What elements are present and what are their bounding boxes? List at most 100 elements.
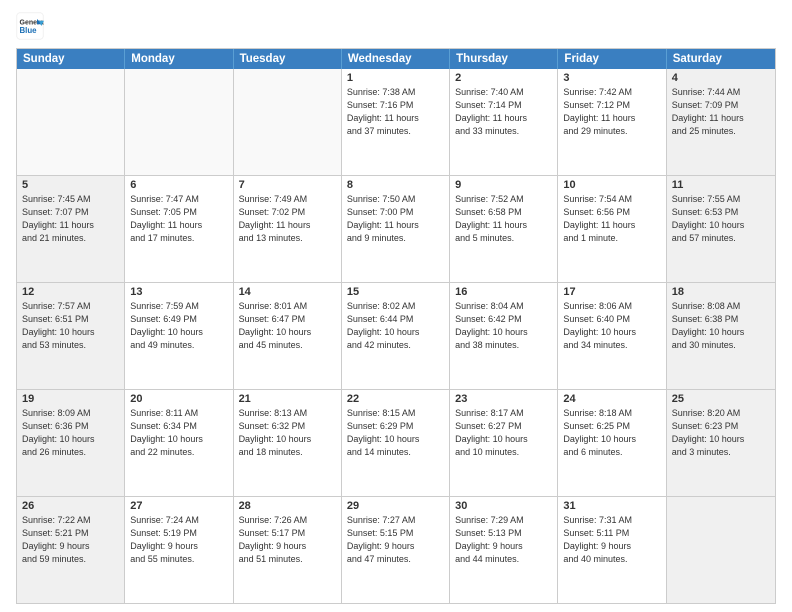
day-cell-28: 28 Sunrise: 7:26 AM Sunset: 5:17 PM Dayli… <box>234 497 342 603</box>
day-cell-24: 24 Sunrise: 8:18 AM Sunset: 6:25 PM Dayli… <box>558 390 666 496</box>
day-cell-18: 18 Sunrise: 8:08 AM Sunset: 6:38 PM Dayli… <box>667 283 775 389</box>
day-header-thursday: Thursday <box>450 49 558 69</box>
day-info: Sunrise: 8:06 AM Sunset: 6:40 PM Dayligh… <box>563 300 660 352</box>
day-number: 21 <box>239 393 336 405</box>
day-cell-13: 13 Sunrise: 7:59 AM Sunset: 6:49 PM Dayli… <box>125 283 233 389</box>
logo: General Blue <box>16 12 48 40</box>
day-cell-3: 3 Sunrise: 7:42 AM Sunset: 7:12 PM Daylig… <box>558 69 666 175</box>
day-number: 26 <box>22 500 119 512</box>
day-info: Sunrise: 7:31 AM Sunset: 5:11 PM Dayligh… <box>563 514 660 566</box>
logo-icon: General Blue <box>16 12 44 40</box>
day-number: 24 <box>563 393 660 405</box>
day-cell-17: 17 Sunrise: 8:06 AM Sunset: 6:40 PM Dayli… <box>558 283 666 389</box>
day-info: Sunrise: 7:52 AM Sunset: 6:58 PM Dayligh… <box>455 193 552 245</box>
day-number: 15 <box>347 286 444 298</box>
day-cell-23: 23 Sunrise: 8:17 AM Sunset: 6:27 PM Dayli… <box>450 390 558 496</box>
day-header-sunday: Sunday <box>17 49 125 69</box>
day-info: Sunrise: 8:01 AM Sunset: 6:47 PM Dayligh… <box>239 300 336 352</box>
day-header-tuesday: Tuesday <box>234 49 342 69</box>
day-number: 23 <box>455 393 552 405</box>
svg-text:Blue: Blue <box>20 26 38 35</box>
day-info: Sunrise: 7:47 AM Sunset: 7:05 PM Dayligh… <box>130 193 227 245</box>
calendar-body: 1Sunrise: 7:38 AM Sunset: 7:16 PM Daylig… <box>17 69 775 603</box>
day-header-friday: Friday <box>558 49 666 69</box>
day-number: 16 <box>455 286 552 298</box>
calendar: SundayMondayTuesdayWednesdayThursdayFrid… <box>16 48 776 604</box>
day-info: Sunrise: 7:27 AM Sunset: 5:15 PM Dayligh… <box>347 514 444 566</box>
page: General Blue SundayMondayTuesdayWednesda… <box>0 0 792 612</box>
day-cell-22: 22 Sunrise: 8:15 AM Sunset: 6:29 PM Dayli… <box>342 390 450 496</box>
day-info: Sunrise: 7:45 AM Sunset: 7:07 PM Dayligh… <box>22 193 119 245</box>
day-number: 17 <box>563 286 660 298</box>
day-number: 20 <box>130 393 227 405</box>
day-info: Sunrise: 8:20 AM Sunset: 6:23 PM Dayligh… <box>672 407 770 459</box>
day-cell-11: 11 Sunrise: 7:55 AM Sunset: 6:53 PM Dayli… <box>667 176 775 282</box>
day-cell-20: 20Sunrise: 8:11 AM Sunset: 6:34 PM Dayli… <box>125 390 233 496</box>
day-info: Sunrise: 7:55 AM Sunset: 6:53 PM Dayligh… <box>672 193 770 245</box>
day-number: 29 <box>347 500 444 512</box>
day-info: Sunrise: 8:18 AM Sunset: 6:25 PM Dayligh… <box>563 407 660 459</box>
day-cell-7: 7 Sunrise: 7:49 AM Sunset: 7:02 PM Daylig… <box>234 176 342 282</box>
day-info: Sunrise: 7:22 AM Sunset: 5:21 PM Dayligh… <box>22 514 119 566</box>
day-number: 22 <box>347 393 444 405</box>
day-number: 25 <box>672 393 770 405</box>
day-info: Sunrise: 8:02 AM Sunset: 6:44 PM Dayligh… <box>347 300 444 352</box>
empty-cell-4-6 <box>667 497 775 603</box>
day-cell-21: 21 Sunrise: 8:13 AM Sunset: 6:32 PM Dayli… <box>234 390 342 496</box>
day-header-monday: Monday <box>125 49 233 69</box>
day-cell-15: 15 Sunrise: 8:02 AM Sunset: 6:44 PM Dayli… <box>342 283 450 389</box>
day-number: 9 <box>455 179 552 191</box>
day-cell-31: 31 Sunrise: 7:31 AM Sunset: 5:11 PM Dayli… <box>558 497 666 603</box>
calendar-row-5: 26 Sunrise: 7:22 AM Sunset: 5:21 PM Dayli… <box>17 496 775 603</box>
day-cell-1: 1Sunrise: 7:38 AM Sunset: 7:16 PM Daylig… <box>342 69 450 175</box>
day-info: Sunrise: 7:26 AM Sunset: 5:17 PM Dayligh… <box>239 514 336 566</box>
day-cell-8: 8Sunrise: 7:50 AM Sunset: 7:00 PM Daylig… <box>342 176 450 282</box>
day-cell-29: 29 Sunrise: 7:27 AM Sunset: 5:15 PM Dayli… <box>342 497 450 603</box>
day-number: 3 <box>563 72 660 84</box>
day-info: Sunrise: 7:38 AM Sunset: 7:16 PM Dayligh… <box>347 86 444 138</box>
day-number: 11 <box>672 179 770 191</box>
day-info: Sunrise: 7:40 AM Sunset: 7:14 PM Dayligh… <box>455 86 552 138</box>
day-cell-4: 4Sunrise: 7:44 AM Sunset: 7:09 PM Daylig… <box>667 69 775 175</box>
day-cell-2: 2 Sunrise: 7:40 AM Sunset: 7:14 PM Daylig… <box>450 69 558 175</box>
day-info: Sunrise: 8:04 AM Sunset: 6:42 PM Dayligh… <box>455 300 552 352</box>
day-header-saturday: Saturday <box>667 49 775 69</box>
day-number: 10 <box>563 179 660 191</box>
calendar-row-4: 19 Sunrise: 8:09 AM Sunset: 6:36 PM Dayli… <box>17 389 775 496</box>
day-info: Sunrise: 8:08 AM Sunset: 6:38 PM Dayligh… <box>672 300 770 352</box>
day-number: 31 <box>563 500 660 512</box>
calendar-header: SundayMondayTuesdayWednesdayThursdayFrid… <box>17 49 775 69</box>
day-cell-12: 12Sunrise: 7:57 AM Sunset: 6:51 PM Dayli… <box>17 283 125 389</box>
day-number: 28 <box>239 500 336 512</box>
day-info: Sunrise: 7:54 AM Sunset: 6:56 PM Dayligh… <box>563 193 660 245</box>
day-info: Sunrise: 7:59 AM Sunset: 6:49 PM Dayligh… <box>130 300 227 352</box>
day-info: Sunrise: 8:13 AM Sunset: 6:32 PM Dayligh… <box>239 407 336 459</box>
day-info: Sunrise: 7:42 AM Sunset: 7:12 PM Dayligh… <box>563 86 660 138</box>
day-number: 19 <box>22 393 119 405</box>
day-number: 30 <box>455 500 552 512</box>
day-number: 8 <box>347 179 444 191</box>
day-cell-5: 5Sunrise: 7:45 AM Sunset: 7:07 PM Daylig… <box>17 176 125 282</box>
empty-cell-0-2 <box>234 69 342 175</box>
day-info: Sunrise: 8:15 AM Sunset: 6:29 PM Dayligh… <box>347 407 444 459</box>
day-cell-26: 26 Sunrise: 7:22 AM Sunset: 5:21 PM Dayli… <box>17 497 125 603</box>
day-cell-19: 19 Sunrise: 8:09 AM Sunset: 6:36 PM Dayli… <box>17 390 125 496</box>
day-number: 27 <box>130 500 227 512</box>
calendar-row-3: 12Sunrise: 7:57 AM Sunset: 6:51 PM Dayli… <box>17 282 775 389</box>
day-info: Sunrise: 8:17 AM Sunset: 6:27 PM Dayligh… <box>455 407 552 459</box>
calendar-row-2: 5Sunrise: 7:45 AM Sunset: 7:07 PM Daylig… <box>17 175 775 282</box>
day-info: Sunrise: 7:49 AM Sunset: 7:02 PM Dayligh… <box>239 193 336 245</box>
day-number: 7 <box>239 179 336 191</box>
day-number: 18 <box>672 286 770 298</box>
day-cell-14: 14Sunrise: 8:01 AM Sunset: 6:47 PM Dayli… <box>234 283 342 389</box>
day-info: Sunrise: 8:09 AM Sunset: 6:36 PM Dayligh… <box>22 407 119 459</box>
header: General Blue <box>16 12 776 40</box>
day-cell-10: 10 Sunrise: 7:54 AM Sunset: 6:56 PM Dayli… <box>558 176 666 282</box>
day-cell-25: 25 Sunrise: 8:20 AM Sunset: 6:23 PM Dayli… <box>667 390 775 496</box>
day-cell-30: 30Sunrise: 7:29 AM Sunset: 5:13 PM Dayli… <box>450 497 558 603</box>
day-number: 2 <box>455 72 552 84</box>
day-number: 13 <box>130 286 227 298</box>
day-number: 4 <box>672 72 770 84</box>
day-cell-16: 16 Sunrise: 8:04 AM Sunset: 6:42 PM Dayli… <box>450 283 558 389</box>
day-info: Sunrise: 7:57 AM Sunset: 6:51 PM Dayligh… <box>22 300 119 352</box>
